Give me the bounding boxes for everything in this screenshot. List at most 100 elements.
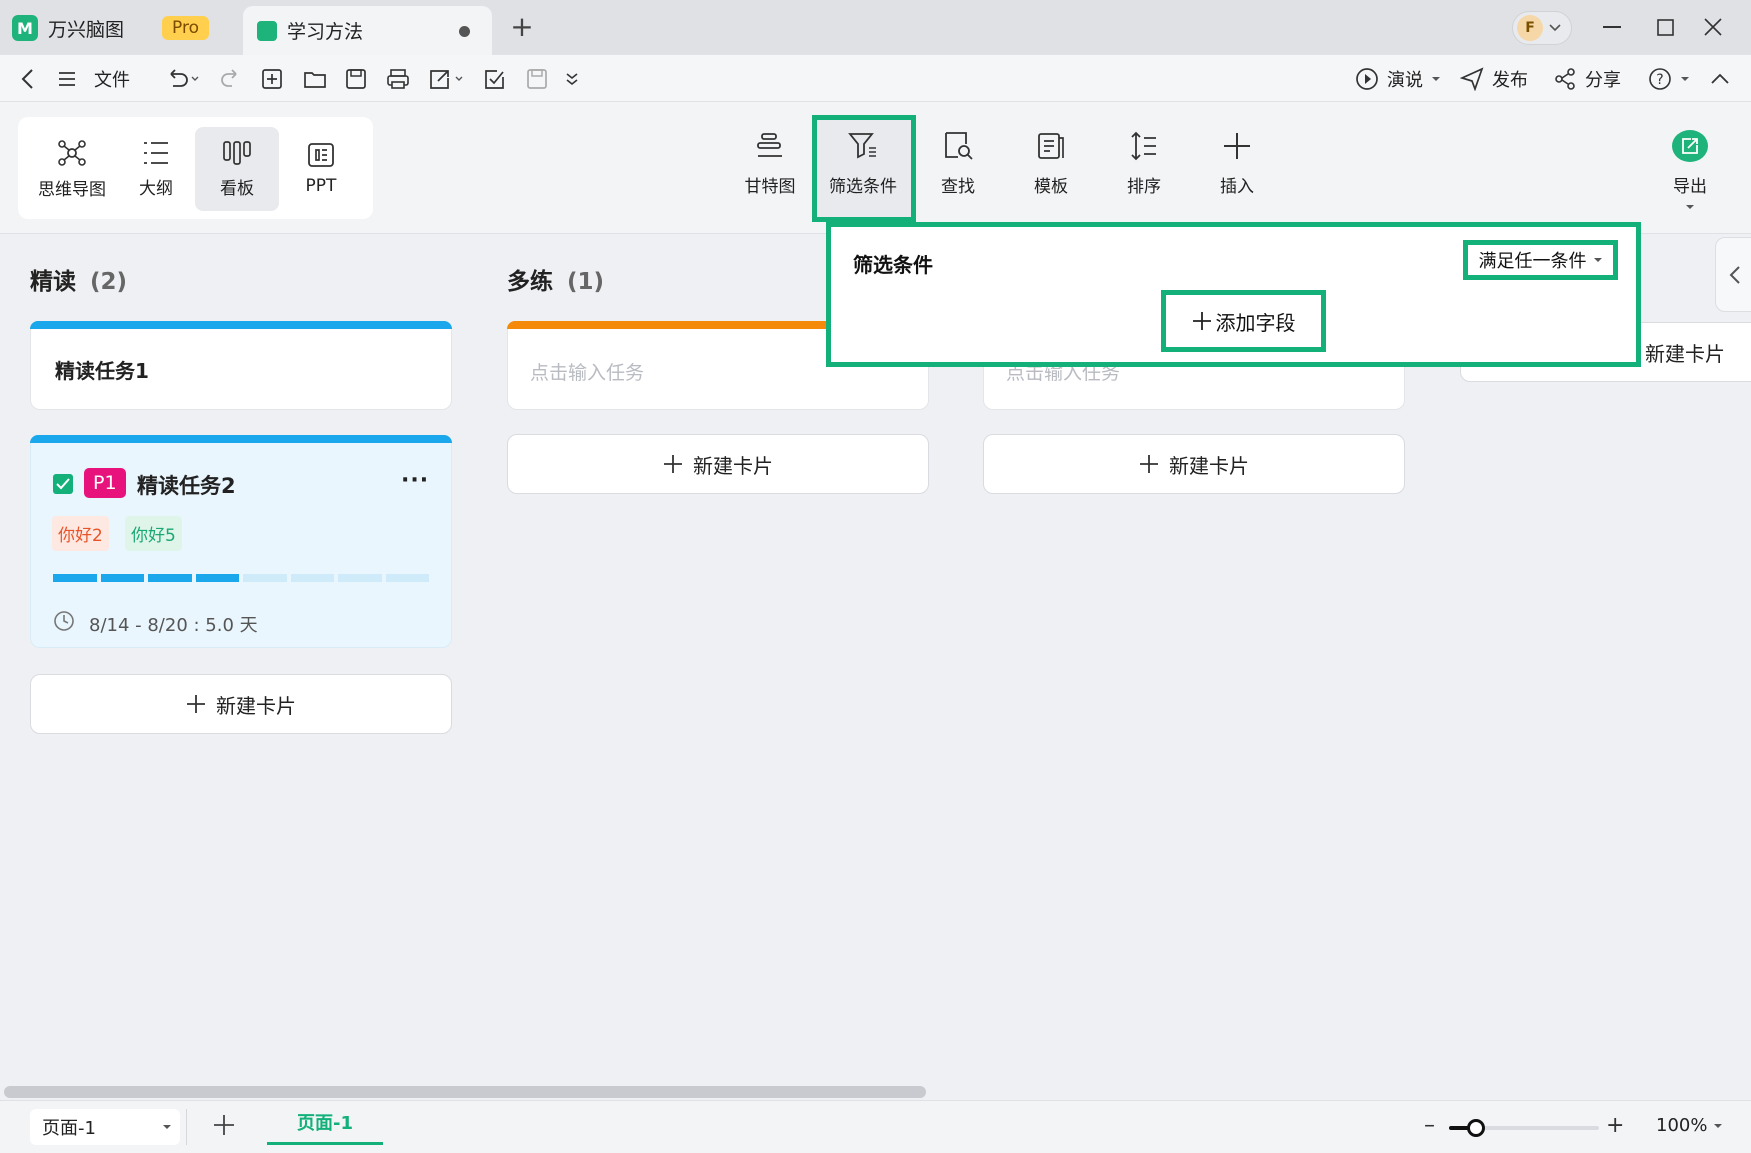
unsaved-dot-icon[interactable] bbox=[459, 26, 470, 37]
share-out-icon bbox=[430, 69, 463, 89]
caret-down-icon bbox=[1593, 258, 1602, 262]
more-options-icon[interactable]: ··· bbox=[401, 468, 429, 493]
undo-icon bbox=[170, 68, 199, 87]
insert-label: 插入 bbox=[1220, 177, 1254, 197]
card-placeholder[interactable]: 点击输入任务 bbox=[530, 358, 644, 385]
export-menu-button[interactable] bbox=[428, 55, 464, 102]
column-count: (1) bbox=[567, 269, 605, 295]
caret-down-icon bbox=[1714, 1123, 1723, 1128]
card-title: 精读任务2 bbox=[137, 474, 236, 498]
save-as-button[interactable] bbox=[526, 55, 548, 102]
add-field-label: 添加字段 bbox=[1215, 310, 1296, 335]
help-button[interactable]: ? bbox=[1648, 55, 1690, 102]
file-menu[interactable]: 文件 bbox=[58, 55, 130, 102]
zoom-slider[interactable] bbox=[1449, 1119, 1599, 1137]
new-tab-button[interactable]: + bbox=[508, 13, 536, 42]
find-button[interactable]: 查找 bbox=[917, 130, 999, 210]
kanban-icon bbox=[223, 140, 251, 165]
caret-down-icon bbox=[163, 1125, 171, 1129]
chevron-up-icon bbox=[1711, 73, 1729, 84]
progress-segment bbox=[53, 574, 97, 582]
status-bar: 页面-1 页面-1 – + 100% bbox=[0, 1100, 1751, 1153]
new-card-label: 新建卡片 bbox=[693, 453, 773, 478]
kanban-card[interactable]: P1 精读任务2 ··· 你好2 你好5 8/14 - 8/20 : 5.0 天 bbox=[30, 435, 452, 648]
template-button[interactable]: 模板 bbox=[1010, 130, 1092, 210]
page-tab-active[interactable]: 页面-1 bbox=[267, 1101, 383, 1145]
view-switcher: 思维导图 大纲 看板 PPT bbox=[18, 117, 373, 219]
add-field-button[interactable]: 添加字段 bbox=[1161, 290, 1326, 352]
filter-button[interactable]: 筛选条件 bbox=[822, 130, 904, 210]
chevron-left-icon bbox=[1729, 265, 1740, 284]
collapse-ribbon-button[interactable] bbox=[1711, 55, 1729, 102]
view-label: 思维导图 bbox=[38, 179, 106, 200]
filter-icon bbox=[848, 133, 876, 159]
zoom-out-button[interactable]: – bbox=[1424, 1113, 1435, 1138]
kanban-card[interactable]: 精读任务1 bbox=[30, 321, 452, 410]
close-window-button[interactable] bbox=[1693, 10, 1733, 44]
undo-button[interactable] bbox=[165, 55, 199, 102]
scrollbar-thumb[interactable] bbox=[4, 1086, 926, 1098]
priority-badge[interactable]: P1 bbox=[84, 468, 126, 498]
app-tab[interactable]: M 万兴脑图 Pro bbox=[12, 8, 209, 48]
publish-button[interactable]: 发布 bbox=[1460, 55, 1528, 102]
card-title: 精读任务1 bbox=[55, 359, 149, 383]
redo-button[interactable] bbox=[220, 55, 242, 102]
view-kanban-button[interactable]: 看板 bbox=[195, 127, 279, 211]
view-mindmap-button[interactable]: 思维导图 bbox=[30, 127, 114, 211]
export-icon bbox=[1672, 130, 1708, 162]
save-button[interactable] bbox=[345, 55, 367, 102]
view-outline-button[interactable]: 大纲 bbox=[114, 127, 198, 211]
chevron-down-icon bbox=[1549, 24, 1561, 32]
template-icon bbox=[1038, 133, 1064, 159]
share-label: 分享 bbox=[1585, 69, 1621, 91]
add-page-button[interactable] bbox=[212, 1113, 236, 1137]
plus-icon bbox=[1192, 312, 1211, 330]
more-tools-button[interactable] bbox=[565, 55, 579, 102]
zoom-level-select[interactable]: 100% bbox=[1656, 1115, 1723, 1136]
condition-select[interactable]: 满足任一条件 bbox=[1463, 240, 1618, 280]
insert-button[interactable]: 插入 bbox=[1196, 130, 1278, 210]
zoom-slider-handle[interactable] bbox=[1467, 1119, 1485, 1137]
ribbon: 思维导图 大纲 看板 PPT 甘特图 筛选条件 查找 模板 排序 插入 导出 bbox=[0, 102, 1751, 234]
checkin-button[interactable] bbox=[483, 55, 505, 102]
page-select[interactable]: 页面-1 bbox=[30, 1109, 180, 1145]
progress-segment bbox=[195, 574, 239, 582]
print-button[interactable] bbox=[386, 55, 410, 102]
find-label: 查找 bbox=[941, 177, 975, 197]
zoom-level: 100% bbox=[1656, 1115, 1708, 1136]
new-card-button[interactable]: 新建卡片 bbox=[507, 434, 929, 494]
present-button[interactable]: 演说 bbox=[1355, 55, 1441, 102]
view-label: PPT bbox=[305, 176, 337, 196]
gantt-button[interactable]: 甘特图 bbox=[729, 130, 811, 210]
send-icon bbox=[1460, 66, 1484, 91]
maximize-icon bbox=[1656, 18, 1674, 36]
gantt-label: 甘特图 bbox=[744, 177, 796, 197]
zoom-in-button[interactable]: + bbox=[1606, 1113, 1624, 1138]
sort-icon bbox=[1131, 131, 1156, 161]
new-card-button[interactable]: 新建卡片 bbox=[983, 434, 1405, 494]
view-ppt-button[interactable]: PPT bbox=[279, 127, 363, 211]
side-panel-toggle[interactable] bbox=[1715, 237, 1751, 312]
document-icon bbox=[257, 20, 277, 41]
minimize-button[interactable] bbox=[1592, 10, 1632, 44]
export-button[interactable]: 导出 bbox=[1649, 130, 1731, 210]
column-count: (2) bbox=[90, 269, 128, 295]
new-card-button[interactable]: 新建卡片 bbox=[30, 674, 452, 734]
pro-badge[interactable]: Pro bbox=[162, 16, 209, 40]
maximize-button[interactable] bbox=[1645, 10, 1685, 44]
new-file-button[interactable] bbox=[261, 55, 283, 102]
document-tab[interactable]: 学习方法 bbox=[243, 6, 492, 55]
sort-button[interactable]: 排序 bbox=[1103, 130, 1185, 210]
plus-icon bbox=[1224, 133, 1250, 159]
task-checkbox[interactable] bbox=[53, 474, 73, 494]
condition-value: 满足任一条件 bbox=[1478, 251, 1587, 272]
app-name: 万兴脑图 bbox=[48, 18, 125, 41]
back-button[interactable] bbox=[20, 55, 34, 102]
user-avatar-button[interactable]: F bbox=[1512, 11, 1572, 45]
column-header: 多练 (1) bbox=[507, 262, 604, 296]
play-circle-icon bbox=[1356, 67, 1378, 90]
share-button[interactable]: 分享 bbox=[1553, 55, 1621, 102]
new-card-label: 新建卡片 bbox=[1645, 341, 1725, 366]
open-folder-button[interactable] bbox=[303, 55, 327, 102]
progress-segment bbox=[290, 574, 334, 582]
